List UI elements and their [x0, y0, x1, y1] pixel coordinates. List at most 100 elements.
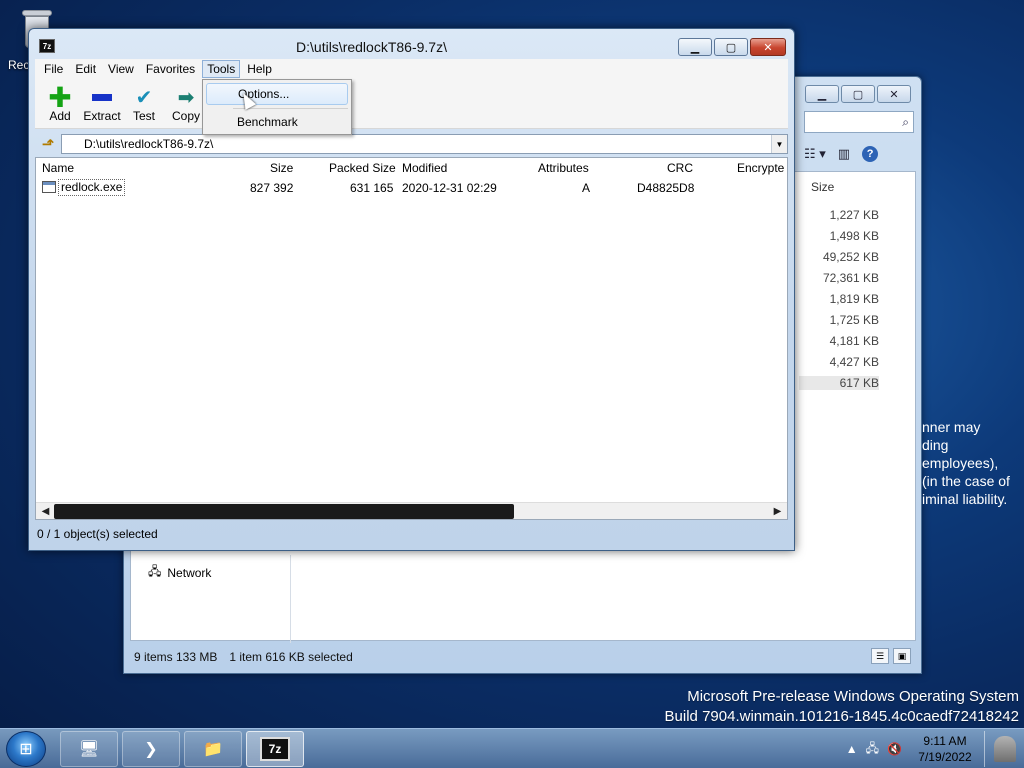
close-button[interactable]: ✕: [750, 38, 786, 56]
explorer-minimize-button[interactable]: ▁: [805, 85, 839, 103]
volume-muted-icon[interactable]: 🔇: [887, 742, 902, 756]
copy-label: Copy: [171, 109, 200, 123]
column-headers: Name Size Packed Size Modified Attribute…: [36, 158, 787, 178]
row-size: 827 392: [250, 181, 294, 195]
extract-label: Extract: [83, 109, 121, 123]
powershell-icon: ❯: [144, 741, 158, 758]
add-label: Add: [49, 109, 71, 123]
explorer-status-bar: 9 items 133 MB 1 item 616 KB selected: [130, 645, 916, 669]
address-value: D:\utils\redlockT86-9.7z\: [84, 137, 214, 151]
status-item-count: 9 items 133 MB: [134, 650, 218, 664]
menu-edit[interactable]: Edit: [70, 60, 101, 78]
row-name: redlock.exe: [58, 179, 126, 196]
address-input[interactable]: D:\utils\redlockT86-9.7z\ ▼: [61, 134, 788, 154]
taskbar: ⊞ 🖥 ❯ 📁 7z ▲ 🖧 🔇 9:11 AM 7/19/2022: [0, 728, 1024, 768]
status-selection: 1 item 616 KB selected: [229, 650, 353, 664]
col-encrypted[interactable]: Encrypte: [737, 161, 784, 175]
explorer-maximize-button[interactable]: ▢: [841, 85, 875, 103]
row-modified: 2020-12-31 02:29: [402, 181, 497, 195]
taskbar-7zip[interactable]: 7z: [246, 731, 304, 767]
menu-help[interactable]: Help: [242, 60, 277, 78]
test-label: Test: [132, 109, 155, 123]
tiles-view-icon[interactable]: ▣: [893, 648, 911, 664]
scroll-thumb[interactable]: [54, 504, 514, 519]
scroll-right-icon[interactable]: ▶: [769, 504, 786, 519]
menu-item-options[interactable]: Options...: [206, 83, 348, 105]
row-attributes: A: [582, 181, 591, 195]
network-label: Network: [167, 565, 212, 580]
exe-file-icon: [42, 181, 56, 193]
network-tray-icon[interactable]: 🖧: [866, 739, 879, 760]
menu-item-benchmark[interactable]: Benchmark: [206, 111, 348, 133]
status-text: 0 / 1 object(s) selected: [37, 526, 158, 541]
user-icon: [993, 736, 1016, 762]
test-button[interactable]: ✔ Test: [123, 79, 165, 128]
scroll-left-icon[interactable]: ◀: [37, 504, 54, 519]
address-bar: ⬏ D:\utils\redlockT86-9.7z\ ▼: [35, 133, 788, 155]
nav-item-network[interactable]: 🖧 Network: [148, 562, 211, 583]
horizontal-scrollbar[interactable]: ◀ ▶: [36, 502, 787, 519]
clock[interactable]: 9:11 AM 7/19/2022: [910, 733, 980, 765]
explorer-close-button[interactable]: ✕: [877, 85, 911, 103]
col-name[interactable]: Name: [42, 161, 74, 175]
chevron-down-icon[interactable]: ▼: [771, 135, 787, 153]
file-size: 1,498 KB: [829, 229, 879, 243]
title-bar[interactable]: 7z D:\utils\redlockT86-9.7z\ ▁ ▢ ✕: [29, 29, 794, 61]
7zip-taskbar-icon: 7z: [260, 737, 290, 761]
views-icon[interactable]: ☷ ▾: [804, 146, 826, 162]
test-icon: ✔: [135, 86, 153, 109]
size-column-header[interactable]: Size: [811, 180, 834, 194]
7zip-window: 7z D:\utils\redlockT86-9.7z\ ▁ ▢ ✕ File …: [28, 28, 795, 551]
row-crc: D48825D8: [637, 181, 695, 195]
explorer-search-input[interactable]: ⌕: [804, 111, 914, 133]
watermark-line-2: Build 7904.winmain.101216-1845.4c0caedf7…: [664, 708, 1019, 725]
folder-icon: 📁: [203, 741, 223, 758]
extract-button[interactable]: Extract: [81, 79, 123, 128]
copy-icon: ➡: [177, 86, 195, 109]
system-tray: ▲ 🖧 🔇 9:11 AM 7/19/2022: [846, 729, 980, 768]
copy-button[interactable]: ➡ Copy: [165, 79, 207, 128]
background-text-line: employees),: [922, 455, 999, 471]
up-folder-button[interactable]: ⬏: [35, 133, 61, 155]
status-bar: 0 / 1 object(s) selected: [35, 523, 788, 544]
table-row[interactable]: redlock.exe 827 392 631 165 2020-12-31 0…: [36, 179, 787, 196]
col-modified[interactable]: Modified: [402, 161, 447, 175]
tray-expand-icon[interactable]: ▲: [846, 742, 858, 756]
background-text-line: (in the case of: [922, 473, 1010, 489]
menu-file[interactable]: File: [39, 60, 68, 78]
extract-icon: [92, 85, 112, 109]
file-size: 1,725 KB: [829, 313, 879, 327]
row-packed: 631 165: [350, 181, 394, 195]
minimize-button[interactable]: ▁: [678, 38, 712, 56]
file-size: 72,361 KB: [822, 271, 879, 285]
menu-favorites[interactable]: Favorites: [141, 60, 200, 78]
windows-logo-icon: ⊞: [19, 741, 33, 758]
col-crc[interactable]: CRC: [667, 161, 693, 175]
taskbar-powershell[interactable]: ❯: [122, 731, 180, 767]
details-view-icon[interactable]: ☰: [871, 648, 889, 664]
col-packed-size[interactable]: Packed Size: [329, 161, 396, 175]
add-button[interactable]: ✚ Add: [39, 79, 81, 128]
add-icon: ✚: [48, 81, 72, 113]
maximize-button[interactable]: ▢: [714, 38, 748, 56]
start-button[interactable]: ⊞: [6, 731, 46, 767]
background-text-line: nner may: [922, 419, 981, 435]
menu-tools[interactable]: Tools: [202, 60, 241, 78]
file-size: 4,181 KB: [829, 334, 879, 348]
preview-pane-icon[interactable]: ▥: [838, 146, 850, 162]
up-arrow-icon: ⬏: [41, 136, 55, 153]
tools-dropdown: Options... Benchmark: [202, 79, 352, 135]
col-attributes[interactable]: Attributes: [538, 161, 589, 175]
help-icon[interactable]: ?: [862, 146, 879, 162]
col-size[interactable]: Size: [270, 161, 293, 175]
search-icon: ⌕: [902, 115, 909, 129]
clock-date: 7/19/2022: [918, 750, 972, 764]
toolbar: ✚ Add Extract ✔ Test ➡ Copy: [35, 79, 788, 129]
background-text-line: iminal liability.: [922, 491, 1008, 507]
file-size: 1,819 KB: [829, 292, 879, 306]
file-size-selected[interactable]: 617 KB: [799, 376, 879, 390]
taskbar-server-manager[interactable]: 🖥: [60, 731, 118, 767]
show-desktop-button[interactable]: [984, 731, 1024, 767]
menu-view[interactable]: View: [103, 60, 139, 78]
taskbar-explorer[interactable]: 📁: [184, 731, 242, 767]
